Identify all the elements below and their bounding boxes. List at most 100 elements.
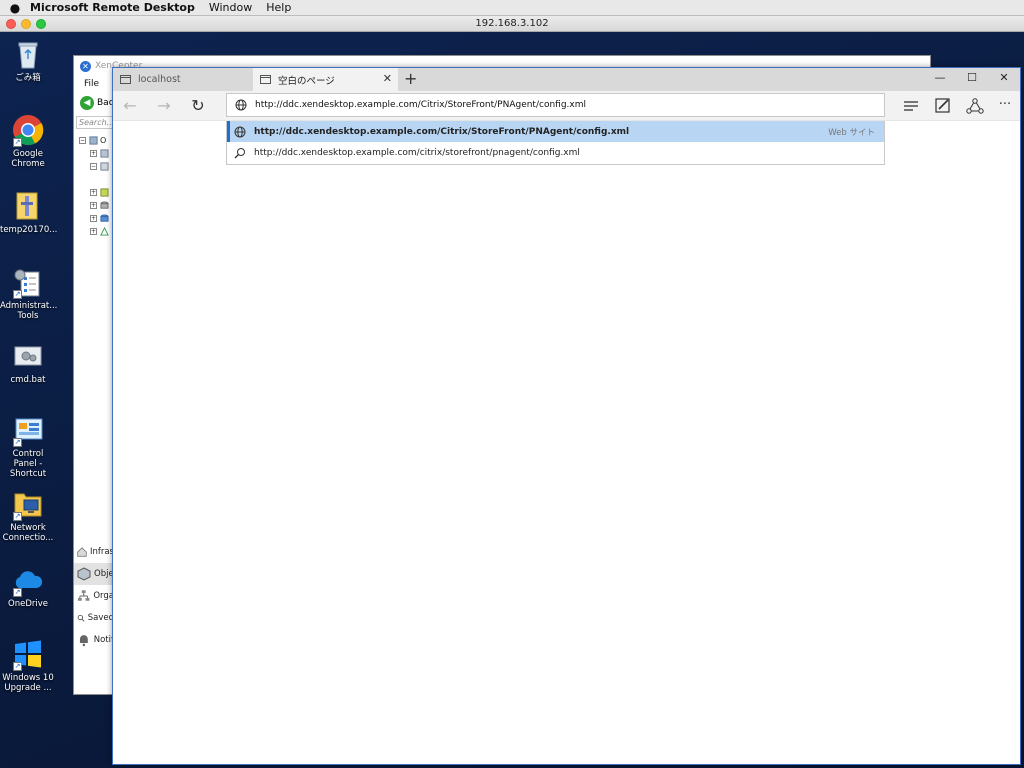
page-icon bbox=[260, 75, 271, 84]
desktop-icon-control-panel[interactable]: ↗ Control Panel - Shortcut bbox=[0, 414, 56, 479]
web-note-icon[interactable] bbox=[933, 97, 953, 115]
xen-menu-file[interactable]: File bbox=[84, 79, 99, 89]
suggestion-hint: Web サイト bbox=[828, 128, 875, 138]
nav-saved-searches[interactable]: Saved bbox=[74, 607, 114, 629]
tab-close-icon[interactable]: ✕ bbox=[383, 72, 392, 85]
windows-icon: ↗ bbox=[12, 638, 44, 671]
edge-window[interactable]: localhost 空白のページ ✕ + — ☐ ✕ ← → ↻ ··· htt… bbox=[112, 67, 1021, 765]
nav-label: Obje bbox=[94, 569, 114, 579]
maximize-button[interactable]: ☐ bbox=[956, 71, 988, 84]
folder-icon bbox=[100, 149, 109, 158]
shortcut-arrow-icon: ↗ bbox=[13, 588, 22, 597]
org-icon bbox=[77, 590, 90, 601]
tab-blank-page[interactable]: 空白のページ ✕ bbox=[253, 68, 398, 91]
nav-organization[interactable]: Orga bbox=[74, 585, 114, 607]
expand-icon[interactable]: + bbox=[90, 189, 97, 196]
nav-objects[interactable]: Obje bbox=[74, 563, 114, 585]
desktop-icon-label: ごみ箱 bbox=[15, 73, 41, 83]
network-icon: ↗ bbox=[12, 488, 44, 521]
shortcut-arrow-icon: ↗ bbox=[13, 438, 22, 447]
storage-icon bbox=[100, 201, 109, 209]
nav-label: Saved bbox=[87, 613, 114, 623]
rdp-window-titlebar: 192.168.3.102 bbox=[0, 16, 1024, 32]
tree-item[interactable]: + bbox=[90, 201, 111, 210]
desktop-icon-network-connections[interactable]: ↗ Network Connectio... bbox=[0, 488, 56, 543]
nav-notifications[interactable]: Notif bbox=[74, 629, 114, 651]
desktop-icon-admin-tools[interactable]: ↗ Administrat... Tools bbox=[0, 266, 57, 321]
search-icon bbox=[234, 147, 245, 158]
desktop-icon-label: OneDrive bbox=[8, 599, 48, 609]
tree-root[interactable]: − O bbox=[79, 136, 106, 145]
suggestion-item-website[interactable]: http://ddc.xendesktop.example.com/Citrix… bbox=[227, 121, 884, 142]
expand-icon[interactable]: + bbox=[90, 150, 97, 157]
menu-window[interactable]: Window bbox=[209, 1, 252, 14]
magnifier-icon bbox=[77, 614, 85, 622]
disk-icon bbox=[100, 214, 109, 222]
desktop-icon-temp-file[interactable]: temp20170... bbox=[0, 190, 57, 235]
refresh-button[interactable]: ↻ bbox=[187, 96, 209, 116]
nav-infrastructure[interactable]: Infras bbox=[74, 541, 114, 563]
home-icon bbox=[77, 547, 87, 557]
desktop-icon-recycle-bin[interactable]: ごみ箱 bbox=[0, 38, 56, 83]
menu-help[interactable]: Help bbox=[266, 1, 291, 14]
tree-root-label: O bbox=[100, 136, 107, 145]
tab-label: localhost bbox=[138, 74, 181, 85]
back-arrow-icon[interactable]: ◀ bbox=[80, 96, 94, 110]
server-icon bbox=[100, 162, 109, 171]
shortcut-arrow-icon: ↗ bbox=[13, 662, 22, 671]
desktop-icon-cmd-bat[interactable]: cmd.bat bbox=[0, 340, 56, 385]
share-icon[interactable] bbox=[965, 97, 985, 115]
page-icon bbox=[120, 75, 131, 84]
tree-item[interactable]: + bbox=[90, 188, 111, 197]
chrome-icon: ↗ bbox=[12, 114, 44, 147]
tree-item[interactable]: − bbox=[90, 162, 111, 171]
forward-button[interactable]: → bbox=[153, 96, 175, 116]
hub-icon[interactable] bbox=[901, 97, 921, 115]
collapse-icon[interactable]: − bbox=[79, 137, 86, 144]
shortcut-arrow-icon: ↗ bbox=[13, 138, 22, 147]
tab-localhost[interactable]: localhost bbox=[113, 68, 252, 91]
expand-icon[interactable]: + bbox=[90, 202, 97, 209]
mac-menubar: ● Microsoft Remote Desktop Window Help bbox=[0, 0, 1024, 16]
address-suggestions: http://ddc.xendesktop.example.com/Citrix… bbox=[226, 121, 885, 165]
network-tree-icon bbox=[100, 227, 109, 236]
apple-menu-icon[interactable]: ● bbox=[0, 1, 30, 15]
nav-label: Orga bbox=[93, 591, 114, 601]
file-icon bbox=[12, 190, 44, 222]
browser-toolbar: ← → ↻ ··· bbox=[113, 91, 1020, 121]
recycle-bin-icon bbox=[12, 38, 44, 70]
tab-label: 空白のページ bbox=[278, 75, 335, 87]
desktop-icon-label: Google Chrome bbox=[11, 149, 45, 169]
tree-item[interactable]: + bbox=[90, 227, 111, 236]
back-button[interactable]: ← bbox=[119, 96, 141, 116]
onedrive-icon: ↗ bbox=[12, 564, 44, 597]
globe-icon bbox=[234, 126, 246, 137]
address-bar[interactable] bbox=[226, 93, 885, 117]
xencenter-logo-icon: ✕ bbox=[80, 60, 91, 72]
collapse-icon[interactable]: − bbox=[90, 163, 97, 170]
close-button[interactable]: ✕ bbox=[988, 71, 1020, 84]
more-button[interactable]: ··· bbox=[995, 97, 1015, 115]
expand-icon[interactable]: + bbox=[90, 228, 97, 235]
gear-file-icon bbox=[12, 340, 44, 372]
shortcut-arrow-icon: ↗ bbox=[13, 290, 22, 299]
minimize-button[interactable]: — bbox=[924, 71, 956, 84]
address-input[interactable] bbox=[255, 100, 855, 110]
xen-search-input[interactable]: Search... bbox=[76, 115, 114, 129]
new-tab-button[interactable]: + bbox=[404, 69, 417, 88]
rdp-window-title: 192.168.3.102 bbox=[475, 18, 549, 29]
app-menu[interactable]: Microsoft Remote Desktop bbox=[30, 1, 195, 14]
suggestion-text: http://ddc.xendesktop.example.com/citrix… bbox=[254, 147, 580, 158]
desktop-icon-onedrive[interactable]: ↗ OneDrive bbox=[0, 564, 56, 609]
tree-item[interactable]: + bbox=[90, 149, 111, 158]
expand-icon[interactable]: + bbox=[90, 215, 97, 222]
desktop-icon-label: Network Connectio... bbox=[2, 523, 54, 543]
desktop-icon-label: Control Panel - Shortcut bbox=[9, 449, 47, 479]
desktop-icon-windows-10-upgrade[interactable]: ↗ Windows 10 Upgrade ... bbox=[0, 638, 56, 693]
nav-label: Notif bbox=[93, 635, 114, 645]
tree-item[interactable]: + bbox=[90, 214, 111, 223]
suggestion-item-search[interactable]: http://ddc.xendesktop.example.com/citrix… bbox=[227, 142, 884, 163]
objects-icon bbox=[89, 136, 98, 145]
desktop-icon-label: cmd.bat bbox=[10, 375, 46, 385]
desktop-icon-chrome[interactable]: ↗ Google Chrome bbox=[0, 114, 56, 169]
